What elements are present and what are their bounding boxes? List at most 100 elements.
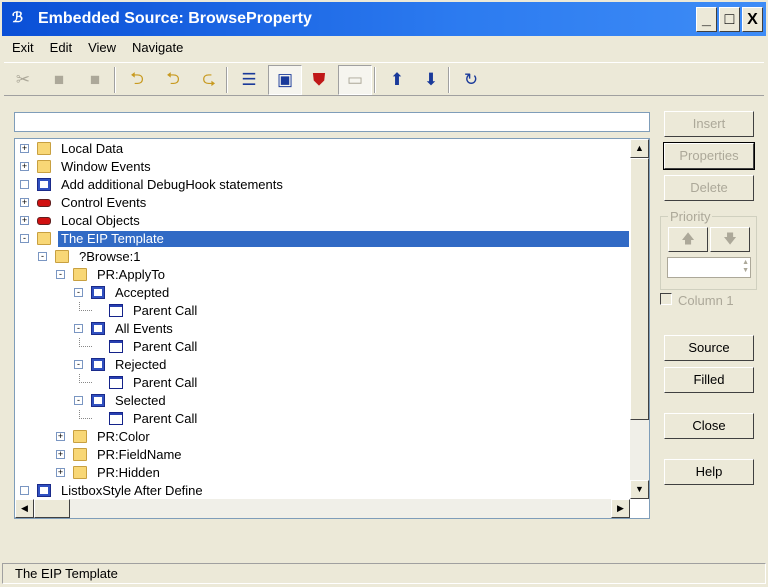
tree-item[interactable]: - Accepted <box>15 284 629 302</box>
source-button[interactable]: Source <box>664 335 754 361</box>
tree-item[interactable]: + PR:Color <box>15 428 629 446</box>
folder-icon <box>73 448 87 461</box>
menu-view[interactable]: View <box>80 37 124 59</box>
folder-next-filled-button[interactable]: ⮌ <box>156 65 190 95</box>
status-bar: The EIP Template <box>2 563 766 584</box>
tree-item[interactable]: Add additional DebugHook statements <box>15 176 629 194</box>
collapse-icon[interactable]: - <box>74 360 83 369</box>
menu-edit[interactable]: Edit <box>42 37 80 59</box>
toolbar-separator <box>448 67 450 93</box>
cut-button[interactable]: ✂ <box>6 65 40 95</box>
filled-button[interactable]: Filled <box>664 367 754 393</box>
folder-prev-button[interactable]: ⮎ <box>192 65 226 95</box>
node-box-icon[interactable] <box>20 486 29 495</box>
collapse-icon[interactable]: - <box>74 288 83 297</box>
scroll-down-button[interactable]: ▼ <box>630 480 649 499</box>
priority-up-button[interactable]: 🡅 <box>668 227 708 252</box>
priority-label: Priority <box>668 209 713 224</box>
collapse-icon[interactable]: - <box>74 324 83 333</box>
embed-list-button[interactable]: ☰ <box>232 65 266 95</box>
tree-item[interactable]: Parent Call <box>15 410 629 428</box>
help-button[interactable]: Help <box>664 459 754 485</box>
folder-icon <box>73 430 87 443</box>
move-down-button[interactable]: ⬇ <box>414 65 448 95</box>
tree-item[interactable]: + Local Data <box>15 140 629 158</box>
folder-icon <box>37 160 51 173</box>
expand-icon[interactable]: + <box>56 432 65 441</box>
scroll-left-button[interactable]: ◀ <box>15 499 34 518</box>
node-box-icon[interactable] <box>20 180 29 189</box>
tree-item[interactable]: - Rejected <box>15 356 629 374</box>
tree-item[interactable]: + Local Objects <box>15 212 629 230</box>
folder-next-filled-icon: ⮌ <box>166 68 180 88</box>
horizontal-scrollbar[interactable]: ◀ ▶ <box>15 499 630 518</box>
menu-bar: Exit Edit View Navigate <box>4 37 191 59</box>
paste-button[interactable]: ■ <box>78 65 112 95</box>
tree-item-label: Control Events <box>61 195 147 210</box>
collapse-icon[interactable]: - <box>20 234 29 243</box>
scroll-up-button[interactable]: ▲ <box>630 139 649 158</box>
close-window-button[interactable]: X <box>742 7 763 32</box>
tree-item[interactable]: - ?Browse:1 <box>15 248 629 266</box>
expand-icon[interactable]: + <box>20 162 29 171</box>
tree-item[interactable]: + PR:Hidden <box>15 464 629 482</box>
copy-button[interactable]: ■ <box>42 65 76 95</box>
tree-item[interactable]: + Control Events <box>15 194 629 212</box>
menu-navigate[interactable]: Navigate <box>124 37 191 59</box>
column-checkbox[interactable] <box>660 293 672 305</box>
vertical-scrollbar[interactable]: ▲ ▼ <box>630 139 649 499</box>
menu-exit[interactable]: Exit <box>4 37 42 59</box>
maximize-button[interactable]: □ <box>719 7 740 32</box>
horizontal-scroll-thumb[interactable] <box>34 499 70 518</box>
properties-button[interactable]: Properties <box>663 142 755 170</box>
refresh-button[interactable]: ↻ <box>454 65 488 95</box>
control-icon <box>37 217 51 225</box>
minimize-button[interactable]: _ <box>696 7 717 32</box>
tree-item-label: Accepted <box>115 285 170 300</box>
folder-icon <box>73 268 87 281</box>
expand-icon[interactable]: + <box>56 450 65 459</box>
tree-item[interactable]: - The EIP Template <box>15 230 629 248</box>
tree-item[interactable]: + PR:FieldName <box>15 446 629 464</box>
folder-next-button[interactable]: ⮌ <box>120 65 154 95</box>
filter-input[interactable] <box>14 112 650 132</box>
tree-item[interactable]: - All Events <box>15 320 629 338</box>
move-up-button[interactable]: ⬆ <box>380 65 414 95</box>
vertical-scroll-thumb[interactable] <box>630 158 649 420</box>
column-checkbox-label: Column 1 <box>678 293 734 308</box>
expand-icon[interactable]: + <box>20 216 29 225</box>
toolbar-separator <box>374 67 376 93</box>
tree-item-label: ?Browse:1 <box>79 249 141 264</box>
tree-item[interactable]: - PR:ApplyTo <box>15 266 629 284</box>
spinner-arrows-icon[interactable]: ▲ ▼ <box>742 259 749 275</box>
expand-icon[interactable]: + <box>20 144 29 153</box>
embed-list-icon: ☰ <box>241 70 257 89</box>
tree-item[interactable]: + Window Events <box>15 158 629 176</box>
close-button[interactable]: Close <box>664 413 754 439</box>
collapse-icon[interactable]: - <box>74 396 83 405</box>
app-icon: ℬ <box>12 9 24 25</box>
tree-item[interactable]: Parent Call <box>15 374 629 392</box>
tree-item-label: Local Data <box>61 141 124 156</box>
scroll-right-button[interactable]: ▶ <box>611 499 630 518</box>
screen-embed-button[interactable]: ▣ <box>268 65 302 95</box>
form-button[interactable]: ▭ <box>338 65 372 95</box>
priority-down-button[interactable]: 🡇 <box>710 227 750 252</box>
expand-icon[interactable]: + <box>20 198 29 207</box>
expand-icon[interactable]: + <box>56 468 65 477</box>
embed-tree[interactable]: ListboxStyle After Define + PR:Hidden + PR:F… <box>14 138 650 519</box>
move-down-icon: ⬇ <box>423 70 439 89</box>
delete-button[interactable]: Delete <box>664 175 754 201</box>
shield-button[interactable]: ⛊ <box>302 65 336 95</box>
tree-item[interactable]: ListboxStyle After Define <box>15 482 629 500</box>
tree-item[interactable]: - Selected <box>15 392 629 410</box>
tree-item-label: All Events <box>115 321 173 336</box>
collapse-icon[interactable]: - <box>56 270 65 279</box>
priority-spinner[interactable]: ▲ ▼ <box>667 257 751 278</box>
shield-icon: ⛊ <box>312 70 326 89</box>
tree-item[interactable]: Parent Call <box>15 302 629 320</box>
insert-button[interactable]: Insert <box>664 111 754 137</box>
code-document-icon <box>109 376 123 389</box>
collapse-icon[interactable]: - <box>38 252 47 261</box>
tree-item[interactable]: Parent Call <box>15 338 629 356</box>
